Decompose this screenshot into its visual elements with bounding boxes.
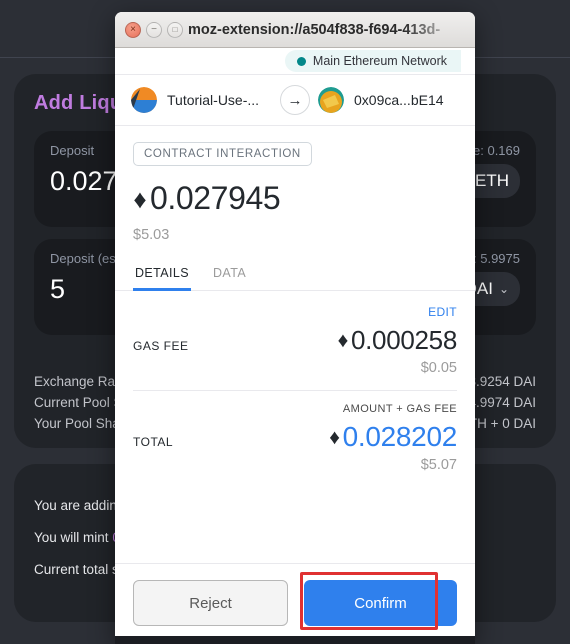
stat-label: Exchange Rate [34, 374, 127, 389]
total-caption: AMOUNT + GAS FEE [342, 403, 457, 415]
total-fiat: $5.07 [420, 457, 457, 473]
network-name: Main Ethereum Network [312, 54, 447, 68]
minimize-icon[interactable]: − [146, 21, 162, 38]
network-indicator[interactable]: Main Ethereum Network [284, 50, 461, 72]
tab-details[interactable]: DETAILS [133, 257, 191, 291]
total-eth-value: ♦ 0.028202 [329, 421, 457, 453]
details-panel: EDIT GAS FEE ♦ 0.000258 $0.05 AMOUNT + G… [115, 291, 475, 563]
deposit-amount-dai[interactable]: 5 [50, 274, 65, 305]
sender-name: Tutorial-Use-... [167, 92, 260, 108]
transaction-type-badge: CONTRACT INTERACTION [133, 142, 312, 166]
confirm-button[interactable]: Confirm [304, 580, 457, 626]
action-footer: Reject Confirm [115, 563, 475, 644]
metamask-confirmation-window: × − □ moz-extension://a504f838-f694-413d… [115, 12, 475, 644]
gas-fee-fiat: $0.05 [420, 360, 457, 376]
deposit-label-eth: Deposit [50, 143, 95, 158]
gas-fee-row: GAS FEE ♦ 0.000258 $0.05 [133, 319, 457, 376]
reject-button[interactable]: Reject [133, 580, 288, 626]
recipient-account[interactable]: 0x09ca...bE14 [318, 87, 459, 113]
total-row: TOTAL ♦ 0.028202 $5.07 [133, 415, 457, 473]
ethereum-diamond-icon: ♦ [337, 329, 349, 352]
maximize-icon[interactable]: □ [167, 21, 183, 38]
gas-fee-eth-value: ♦ 0.000258 [337, 325, 458, 356]
total-label: TOTAL [133, 435, 174, 449]
token-symbol-eth: ETH [475, 171, 509, 190]
edit-gas-link[interactable]: EDIT [133, 291, 457, 319]
total-amount: 0.028202 [342, 421, 458, 452]
tab-data[interactable]: DATA [211, 257, 248, 291]
recipient-address: 0x09ca...bE14 [354, 92, 444, 108]
amount-row: ♦ 0.027945 [133, 180, 457, 217]
details-tabs: DETAILS DATA [115, 257, 475, 291]
gas-fee-amount: 0.000258 [350, 325, 457, 355]
confirm-button-wrapper: Confirm [300, 572, 457, 630]
close-icon[interactable]: × [125, 21, 141, 38]
transaction-amount-fiat: $5.03 [133, 227, 170, 243]
network-status-dot-icon [296, 56, 306, 66]
transaction-amount-block: CONTRACT INTERACTION ♦ 0.027945 $5.03 [115, 126, 475, 257]
window-bottom-strip [115, 636, 475, 644]
window-titlebar: × − □ moz-extension://a504f838-f694-413d… [115, 12, 475, 48]
window-title: moz-extension://a504f838-f694-413d- [188, 21, 441, 38]
summary-text: You will mint [34, 530, 109, 545]
network-row: Main Ethereum Network [115, 48, 475, 74]
sender-account[interactable]: Tutorial-Use-... [131, 87, 272, 113]
transfer-arrow-icon: → [280, 85, 310, 115]
ethereum-diamond-icon: ♦ [133, 183, 147, 214]
summary-text: You are adding [34, 498, 125, 513]
gas-fee-label: GAS FEE [133, 339, 189, 353]
account-transfer-bar: Tutorial-Use-... → 0x09ca...bE14 [115, 74, 475, 126]
ethereum-diamond-icon: ♦ [329, 425, 340, 449]
chevron-down-icon: ⌄ [498, 282, 509, 296]
sender-identicon [131, 87, 157, 113]
transaction-amount: 0.027945 [150, 180, 281, 216]
recipient-identicon [318, 87, 344, 113]
